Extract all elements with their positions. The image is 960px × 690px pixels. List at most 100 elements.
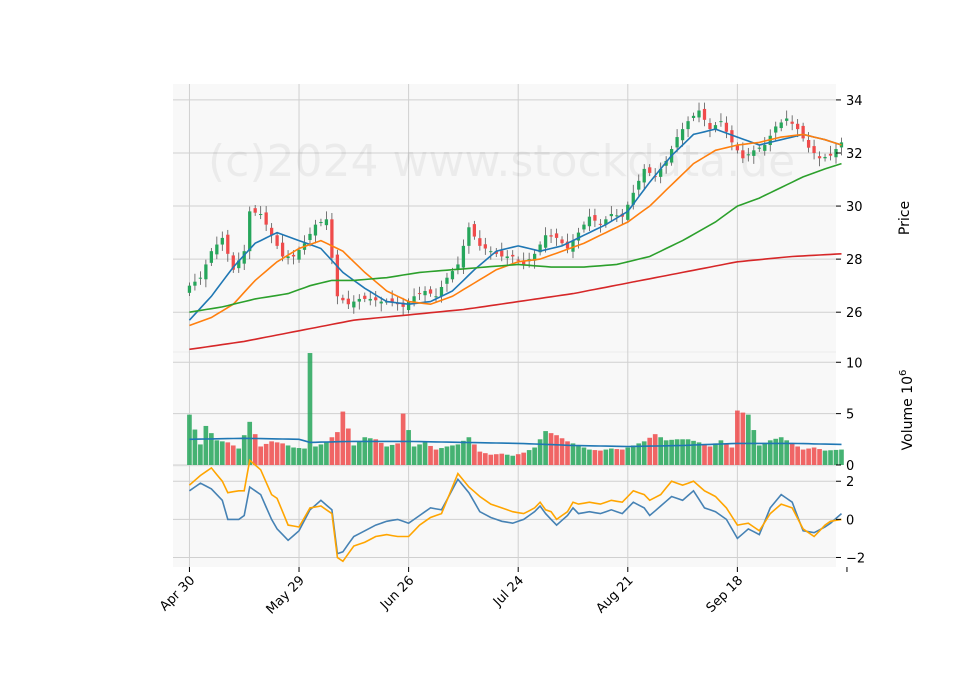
x-tick-label: Jul 24 xyxy=(490,573,527,610)
volume-bar xyxy=(406,430,411,465)
candle-body xyxy=(423,290,427,296)
volume-bar xyxy=(515,454,521,465)
volume-bar xyxy=(559,438,565,465)
volume-bar xyxy=(510,455,516,465)
chart-canvas: (c)2024 www.stockdata.de 26 28 30 32 34 0 5 10 −… xyxy=(157,84,916,617)
volume-bar xyxy=(274,442,280,465)
x-tick-label: May 29 xyxy=(264,573,308,617)
volume-bar xyxy=(537,439,543,465)
candle-body xyxy=(554,233,559,238)
volume-bar xyxy=(647,437,653,465)
volume-bar xyxy=(795,446,800,465)
volume-bar xyxy=(746,414,751,465)
candle-body xyxy=(785,118,789,121)
volume-bar xyxy=(729,447,735,465)
candle-body xyxy=(478,238,482,246)
volume-bar xyxy=(384,446,390,465)
candle-body xyxy=(549,235,553,237)
volume-bar xyxy=(488,454,494,465)
candle-body xyxy=(817,156,822,159)
candle-body xyxy=(220,237,224,245)
volume-bar xyxy=(806,448,811,465)
candle-body xyxy=(275,235,279,246)
volume-y-tick-label: 0 xyxy=(846,459,854,474)
volume-bar xyxy=(598,450,603,465)
x-tick-label: Aug 21 xyxy=(593,573,636,616)
volume-y-tick-label: 10 xyxy=(846,356,863,371)
candle-body xyxy=(434,296,438,298)
volume-bar xyxy=(603,449,609,465)
volume-bar xyxy=(230,445,236,465)
candle-body xyxy=(346,298,350,305)
volume-bar xyxy=(192,429,198,465)
volume-bar xyxy=(225,442,231,465)
candle-body xyxy=(806,139,811,148)
volume-bar xyxy=(373,439,379,465)
volume-bar xyxy=(466,437,472,465)
volume-bar xyxy=(302,448,307,465)
price-y-tick-label: 34 xyxy=(846,94,863,109)
volume-bar xyxy=(324,442,329,465)
x-tick-label: Sep 18 xyxy=(704,573,747,616)
candle-body xyxy=(796,123,800,130)
volume-bar xyxy=(713,443,718,465)
candle-body xyxy=(708,123,712,130)
candle xyxy=(330,212,334,265)
volume-bar xyxy=(378,442,384,465)
candle-body xyxy=(823,156,827,159)
candle-body xyxy=(757,147,761,149)
volume-bar xyxy=(658,437,663,465)
volume-bar xyxy=(455,444,461,465)
volume-bar xyxy=(428,445,433,465)
candle-body xyxy=(489,251,493,253)
candle-body xyxy=(702,108,707,120)
volume-bar xyxy=(740,412,746,465)
volume-bar xyxy=(433,449,439,465)
candle-body xyxy=(226,234,230,254)
volume-bar xyxy=(477,451,483,465)
candle-body xyxy=(363,295,367,299)
volume-bar xyxy=(724,443,729,465)
candle-body xyxy=(330,219,334,258)
volume-bar xyxy=(313,446,318,465)
volume-bar xyxy=(576,445,581,465)
volume-bar xyxy=(499,453,505,465)
candle-body xyxy=(406,301,411,311)
candle-body xyxy=(335,254,340,297)
price-axis-title: Price xyxy=(897,201,913,235)
candle-body xyxy=(609,214,613,217)
price-y-tick-label: 26 xyxy=(846,306,863,321)
candle-body xyxy=(297,249,301,260)
volume-bar xyxy=(461,440,466,465)
candle-body xyxy=(461,245,466,268)
candle-body xyxy=(428,289,433,294)
volume-bar xyxy=(532,447,537,465)
volume-bar xyxy=(614,449,620,465)
volume-bar xyxy=(570,443,576,465)
volume-bar xyxy=(247,421,253,465)
candle-body xyxy=(313,224,318,236)
volume-bar xyxy=(778,437,784,465)
volume-bar xyxy=(209,433,214,465)
candle-body xyxy=(675,137,679,148)
volume-bar xyxy=(439,448,444,465)
volume-bar xyxy=(367,438,373,465)
volume-bar xyxy=(641,441,647,465)
candle-body xyxy=(193,281,197,286)
volume-bar xyxy=(493,454,499,465)
volume-bar xyxy=(696,442,702,465)
volume-bar xyxy=(543,431,548,465)
candle-body xyxy=(357,298,361,302)
candle-body xyxy=(697,110,701,118)
candle-body xyxy=(828,153,833,156)
candle-body xyxy=(291,254,296,257)
price-y-tick-label: 28 xyxy=(846,253,863,268)
candle-body xyxy=(763,145,767,151)
candle-body xyxy=(324,219,329,226)
volume-bar xyxy=(356,441,362,465)
volume-bar xyxy=(817,449,822,465)
volume-bar xyxy=(504,454,510,465)
volume-bar xyxy=(811,447,817,465)
candle-body xyxy=(637,180,641,190)
volume-bar xyxy=(340,411,346,465)
